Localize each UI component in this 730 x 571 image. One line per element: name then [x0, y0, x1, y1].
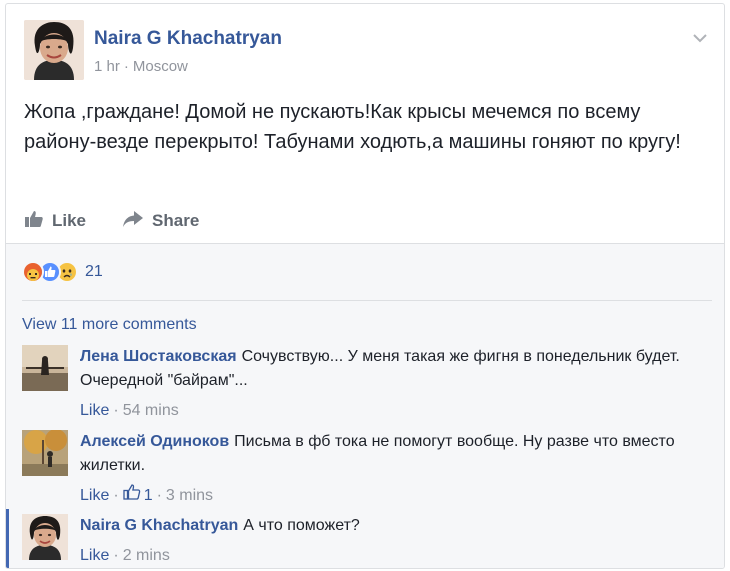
like-button[interactable]: Like [24, 210, 86, 233]
comment-separator: · [113, 487, 119, 504]
angry-reaction-icon [22, 261, 44, 283]
comment-like-count[interactable]: 1 [123, 484, 153, 508]
share-arrow-icon [122, 210, 152, 233]
post-card: Naira G Khachatryan 1 hr · Moscow Жопа ,гр… [5, 3, 725, 569]
comment-separator: · [113, 402, 119, 419]
comment-actions: Like · 1 · 3 mins [80, 484, 700, 508]
comment-author[interactable]: Naira G Khachatryan [80, 517, 238, 534]
reactions-summary[interactable]: 21 [22, 261, 103, 283]
comment-like-link[interactable]: Like [80, 484, 109, 508]
commenter-avatar[interactable] [22, 430, 68, 476]
comment-like-link[interactable]: Like [80, 544, 109, 568]
comment-author[interactable]: Алексей Одиноков [80, 433, 229, 450]
meta-separator: · [123, 58, 129, 75]
like-label: Like [52, 211, 87, 230]
comment-author[interactable]: Лена Шостаковская [80, 348, 237, 365]
comment-content: Алексей Одиноков Письма в фб тока не помо… [80, 430, 700, 478]
chevron-down-icon[interactable] [690, 28, 710, 48]
post-actions: Like Share [24, 207, 235, 235]
comment-actions: Like · 2 mins [80, 544, 700, 568]
comment-text: А что поможет? [243, 517, 360, 534]
comment-content: Naira G Khachatryan А что поможет? [80, 514, 700, 538]
post-timestamp[interactable]: 1 hr [94, 58, 120, 75]
comment-content: Лена Шостаковская Сочувствую... У меня та… [80, 345, 700, 393]
view-more-comments-link[interactable]: View 11 more comments [22, 316, 197, 334]
comment-separator: · [113, 547, 119, 564]
comment-time[interactable]: 54 mins [123, 399, 179, 423]
post-header: Naira G Khachatryan 1 hr · Moscow [24, 20, 714, 84]
commenter-avatar[interactable] [22, 345, 68, 391]
active-comment-indicator [6, 509, 9, 568]
comment-time[interactable]: 3 mins [166, 484, 213, 508]
author-avatar[interactable] [24, 20, 84, 80]
post-location[interactable]: Moscow [133, 58, 188, 75]
comment-body: Naira G Khachatryan А что поможет? Like ·… [80, 514, 700, 568]
thumbs-up-icon [24, 210, 52, 233]
comments-section: 21 View 11 more comments Лена Шостаковск… [6, 243, 724, 568]
reactions-divider [22, 300, 712, 301]
thumbs-up-outline-icon [123, 484, 144, 508]
comment-like-link[interactable]: Like [80, 399, 109, 423]
share-button[interactable]: Share [122, 210, 199, 233]
comment-body: Алексей Одиноков Письма в фб тока не помо… [80, 430, 700, 508]
post-text: Жопа ,граждане! Домой не пускають!Как кр… [24, 101, 681, 153]
share-label: Share [152, 211, 200, 230]
comment-body: Лена Шостаковская Сочувствую... У меня та… [80, 345, 700, 423]
comment-separator: · [156, 487, 162, 504]
post-meta: 1 hr · Moscow [94, 58, 188, 75]
comment-actions: Like · 54 mins [80, 399, 700, 423]
comment-time[interactable]: 2 mins [123, 544, 170, 568]
post-author-name[interactable]: Naira G Khachatryan [94, 28, 282, 50]
reaction-count[interactable]: 21 [85, 263, 103, 281]
comment-like-number: 1 [143, 487, 153, 504]
commenter-avatar[interactable] [22, 514, 68, 560]
